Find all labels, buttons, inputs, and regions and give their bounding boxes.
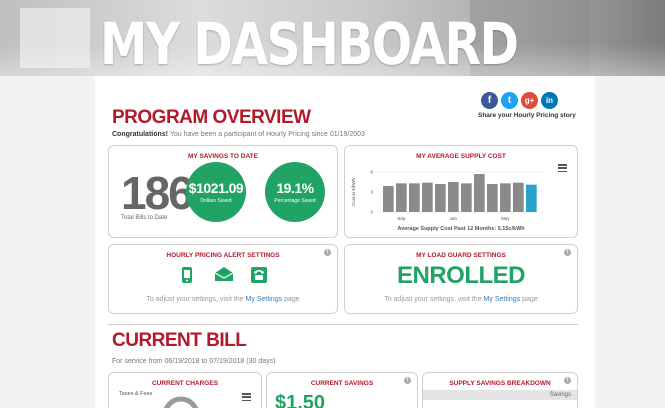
x-tick-label: Jan [450,216,458,221]
telephone-icon[interactable] [251,267,267,283]
percent-saved-label: Percentage Saved [274,198,316,204]
chart-menu-icon[interactable] [558,164,567,172]
settings-text-suffix: page [520,296,538,303]
chart-bar [422,182,433,212]
share-story-text: Share your Hourly Pricing story [478,112,576,119]
alert-channel-icons [109,267,337,283]
savings-breakdown-bar: Savings [423,390,577,400]
participation-note: Congratulations! You have been a partici… [112,131,365,138]
chart-bar [396,183,407,212]
section-divider [108,324,578,325]
chart-bar [526,184,537,212]
facebook-icon[interactable]: f [481,92,498,109]
chart-bar [513,182,524,212]
load-guard-settings-text: To adjust your settings, visit the My Se… [345,296,577,303]
page-title: MY DASHBOARD [100,10,519,76]
percent-saved-value: 19.1% [276,180,314,196]
supply-cost-chart: Cost in ¢/kWh 0 3 6 Sep Jan May [351,170,543,221]
dashboard-banner: MY DASHBOARD [0,0,665,76]
taxes-fees-label: Taxes & Fees [119,391,153,397]
google-plus-icon[interactable]: g+ [521,92,538,109]
twitter-icon[interactable]: t [501,92,518,109]
current-savings-amount: $1.50 [275,392,326,408]
my-settings-link[interactable]: My Settings [484,296,521,303]
y-tick-label: 0 [370,210,373,215]
y-axis-label: Cost in ¢/kWh [351,178,356,207]
linkedin-icon[interactable]: in [541,92,558,109]
card-title: MY SAVINGS TO DATE [188,153,258,160]
card-title: HOURLY PRICING ALERT SETTINGS [166,252,280,259]
load-guard-status: ENROLLED [397,262,526,289]
chart-bar [487,184,498,212]
mobile-phone-icon[interactable] [179,267,195,283]
card-title: CURRENT CHARGES [151,380,219,387]
chart-bar [448,182,459,212]
chart-bar [383,186,394,212]
supply-breakdown-card: i SUPPLY SAVINGS BREAKDOWN Savings [422,372,578,408]
congrats-label: Congratulations! [112,131,168,138]
service-period: For service from 06/19/2018 to 07/19/201… [112,358,276,365]
savings-to-date-card: MY SAVINGS TO DATE 186 Total Bills to Da… [108,145,338,238]
avg-supply-cost-card: MY AVERAGE SUPPLY COST Cost in ¢/kWh 0 3 6 S… [344,145,578,238]
x-tick-label: Sep [397,216,406,221]
chart-bar [474,174,485,212]
card-title: MY LOAD GUARD SETTINGS [416,252,506,259]
alert-settings-card: i HOURLY PRICING ALERT SETTINGS To adjus… [108,244,338,314]
program-overview-heading: PROGRAM OVERVIEW [112,107,311,128]
alert-settings-text: To adjust your settings, visit the My Se… [109,296,337,303]
y-tick-label: 6 [370,170,373,175]
current-bill-heading: CURRENT BILL [112,330,247,351]
chart-footer: Average Supply Cost Past 12 Months: 5.15… [397,226,525,232]
x-tick-label: May [501,216,510,221]
social-share-icons: f t g+ in [481,92,558,109]
participation-text: You have been a participant of Hourly Pr… [168,131,365,138]
current-charges-card: CURRENT CHARGES Taxes & Fees [108,372,262,408]
total-bills-label: Total Bills to Date [121,215,168,221]
card-title: CURRENT SAVINGS [310,380,374,387]
percent-saved-circle: 19.1% Percentage Saved [265,162,325,222]
settings-text-prefix: To adjust your settings, visit the [146,296,246,303]
settings-text-suffix: page [282,296,300,303]
dollars-saved-circle: $1021.09 Dollars Saved [186,162,246,222]
chart-bar [409,183,420,212]
total-bills-count: 186 [121,167,194,219]
current-savings-card: i CURRENT SAVINGS $1.50 [266,372,418,408]
email-icon[interactable] [214,267,234,283]
chart-bar [435,184,446,212]
chart-menu-icon[interactable] [242,393,251,401]
settings-text-prefix: To adjust your settings, visit the [384,296,484,303]
load-guard-card: i MY LOAD GUARD SETTINGS ENROLLED To adj… [344,244,578,314]
charges-pie-chart [164,396,198,408]
card-title: MY AVERAGE SUPPLY COST [416,153,506,160]
chart-bar [500,183,511,212]
dollars-saved-label: Dollars Saved [200,198,232,204]
chart-bar [461,183,472,212]
dollars-saved-value: $1021.09 [188,180,244,196]
card-title: SUPPLY SAVINGS BREAKDOWN [449,380,551,387]
y-tick-label: 3 [370,190,373,195]
my-settings-link[interactable]: My Settings [246,296,283,303]
